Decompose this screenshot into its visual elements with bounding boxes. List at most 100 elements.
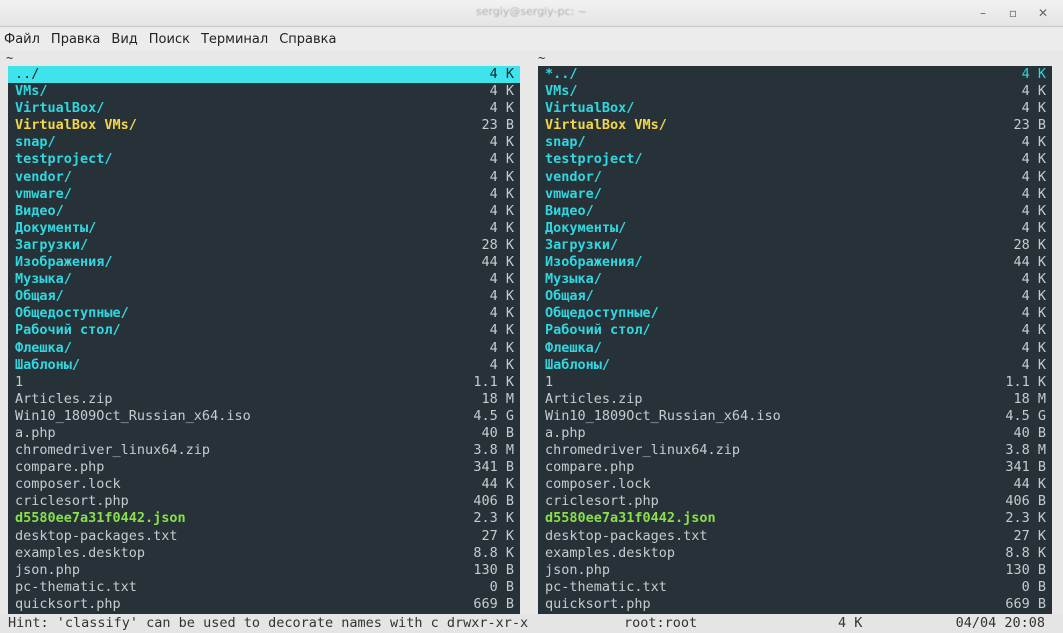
file-size: 669 B [1005, 595, 1046, 612]
file-row[interactable]: Общая/4 K [538, 288, 1052, 305]
file-row[interactable]: Общая/4 K [8, 288, 520, 305]
file-row[interactable]: Общедоступные/4 K [538, 305, 1052, 322]
file-row[interactable]: examples.desktop 8.8 K [8, 545, 520, 562]
menu-edit[interactable]: Правка [51, 32, 100, 47]
file-row[interactable]: vmware/4 K [538, 186, 1052, 203]
minimize-icon[interactable]: – [969, 3, 997, 23]
file-row[interactable]: Видео/4 K [8, 203, 520, 220]
file-row[interactable]: VMs/4 K [8, 83, 520, 100]
file-row[interactable]: Флешка/4 K [8, 340, 520, 357]
file-size: 4 K [489, 305, 514, 322]
file-row[interactable]: composer.lock 44 K [8, 476, 520, 493]
file-row[interactable]: VirtualBox/4 K [8, 100, 520, 117]
file-row[interactable]: Шаблоны/4 K [8, 357, 520, 374]
file-row[interactable]: chromedriver_linux64.zip 3.8 M [538, 442, 1052, 459]
file-row[interactable]: pc-thematic.txt 0 B [8, 579, 520, 596]
file-name: Флешка/ [15, 339, 72, 356]
file-name: vmware/ [15, 185, 72, 202]
file-row[interactable]: Документы/4 K [538, 220, 1052, 237]
file-row[interactable]: Видео/4 K [538, 203, 1052, 220]
file-row[interactable]: *../ 4 K [538, 66, 1052, 83]
file-name: Документы/ [545, 219, 627, 236]
file-row[interactable]: pc-thematic.txt 0 B [538, 579, 1052, 596]
file-name: snap/ [545, 134, 586, 151]
left-file-panel[interactable]: ../4 K VMs/4 K VirtualBox/4 K VirtualBox VM… [8, 66, 520, 614]
file-row[interactable]: composer.lock 44 K [538, 476, 1052, 493]
title-bar[interactable]: sergiy@sergiy-pc: ~ – ▫ ✕ [0, 0, 1063, 27]
menu-search[interactable]: Поиск [149, 32, 190, 47]
file-row[interactable]: snap/4 K [538, 134, 1052, 151]
file-row[interactable]: json.php 130 B [8, 562, 520, 579]
file-row[interactable]: quicksort.php 669 B [8, 596, 520, 613]
file-row[interactable]: vendor/4 K [8, 169, 520, 186]
file-row[interactable]: a.php 40 B [538, 425, 1052, 442]
file-row[interactable]: Win10_1809Oct_Russian_x64.iso 4.5 G [8, 408, 520, 425]
close-icon[interactable]: ✕ [1029, 3, 1057, 23]
file-name: a.php [545, 424, 586, 441]
file-row[interactable]: Загрузки/28 K [538, 237, 1052, 254]
file-row[interactable]: criclesort.php 406 B [8, 493, 520, 510]
file-row[interactable]: Музыка/4 K [8, 271, 520, 288]
file-size: 27 K [481, 527, 514, 544]
file-name: VirtualBox/ [545, 100, 635, 117]
file-size: 28 K [1013, 236, 1046, 253]
file-row[interactable]: compare.php 341 B [8, 459, 520, 476]
file-row[interactable]: VirtualBox/4 K [538, 100, 1052, 117]
file-size: 4 K [1021, 219, 1046, 236]
file-row[interactable]: Win10_1809Oct_Russian_x64.iso 4.5 G [538, 408, 1052, 425]
file-row[interactable]: Документы/4 K [8, 220, 520, 237]
file-row[interactable]: criclesort.php 406 B [538, 493, 1052, 510]
file-name: ../ [15, 66, 40, 82]
menu-help[interactable]: Справка [279, 32, 336, 47]
file-row[interactable]: ../ 4 K [8, 66, 520, 84]
left-panel-path: ~ [0, 52, 536, 66]
file-row[interactable]: vendor/4 K [538, 169, 1052, 186]
file-row[interactable]: Шаблоны/4 K [538, 357, 1052, 374]
menu-view[interactable]: Вид [111, 32, 137, 47]
terminal-area[interactable]: ~ ~ ../4 K VMs/4 K VirtualBox/4 K VirtualBo… [0, 52, 1063, 633]
right-file-panel[interactable]: *../4 K VMs/4 K VirtualBox/4 K VirtualBox V… [538, 66, 1052, 614]
file-row[interactable]: Изображения/44 K [538, 254, 1052, 271]
file-name: VMs/ [15, 83, 48, 100]
file-size: 4 K [1021, 66, 1046, 82]
file-row[interactable]: vmware/4 K [8, 186, 520, 203]
file-row[interactable]: d5580ee7a31f0442.json 2.3 K [8, 510, 520, 527]
file-row[interactable]: Рабочий стол/4 K [8, 322, 520, 339]
file-name: Документы/ [15, 219, 97, 236]
file-row[interactable]: json.php 130 B [538, 562, 1052, 579]
maximize-icon[interactable]: ▫ [999, 3, 1027, 23]
file-row[interactable]: chromedriver_linux64.zip 3.8 M [8, 442, 520, 459]
file-row[interactable]: VMs/4 K [538, 83, 1052, 100]
file-row[interactable]: Articles.zip 18 M [538, 391, 1052, 408]
file-row[interactable]: snap/4 K [8, 134, 520, 151]
file-size: 40 B [1013, 424, 1046, 441]
file-size: 28 K [481, 236, 514, 253]
file-size: 4 K [489, 288, 514, 305]
file-row[interactable]: Articles.zip 18 M [8, 391, 520, 408]
file-row[interactable]: a.php 40 B [8, 425, 520, 442]
file-row[interactable]: Флешка/4 K [538, 340, 1052, 357]
file-row[interactable]: desktop-packages.txt 27 K [8, 528, 520, 545]
file-row[interactable]: VirtualBox VMs/23 B [8, 117, 520, 134]
file-size: 0 B [489, 578, 514, 595]
status-bar: Hint: 'classify' can be used to decorate… [0, 614, 1063, 633]
file-row[interactable]: desktop-packages.txt 27 K [538, 528, 1052, 545]
menu-file[interactable]: Файл [4, 32, 40, 47]
file-row[interactable]: compare.php 341 B [538, 459, 1052, 476]
file-row[interactable]: quicksort.php 669 B [538, 596, 1052, 613]
menu-terminal[interactable]: Терминал [201, 32, 268, 47]
file-row[interactable]: Музыка/4 K [538, 271, 1052, 288]
file-name: desktop-packages.txt [545, 527, 708, 544]
file-row[interactable]: examples.desktop 8.8 K [538, 545, 1052, 562]
file-row[interactable]: d5580ee7a31f0442.json 2.3 K [538, 510, 1052, 527]
file-row[interactable]: Общедоступные/4 K [8, 305, 520, 322]
file-row[interactable]: testproject/4 K [8, 151, 520, 168]
file-name: testproject/ [545, 151, 643, 168]
file-row[interactable]: testproject/4 K [538, 151, 1052, 168]
file-row[interactable]: 1 1.1 K [538, 374, 1052, 391]
file-row[interactable]: 1 1.1 K [8, 374, 520, 391]
file-row[interactable]: Рабочий стол/4 K [538, 322, 1052, 339]
file-row[interactable]: Изображения/44 K [8, 254, 520, 271]
file-row[interactable]: VirtualBox VMs/23 B [538, 117, 1052, 134]
file-row[interactable]: Загрузки/28 K [8, 237, 520, 254]
